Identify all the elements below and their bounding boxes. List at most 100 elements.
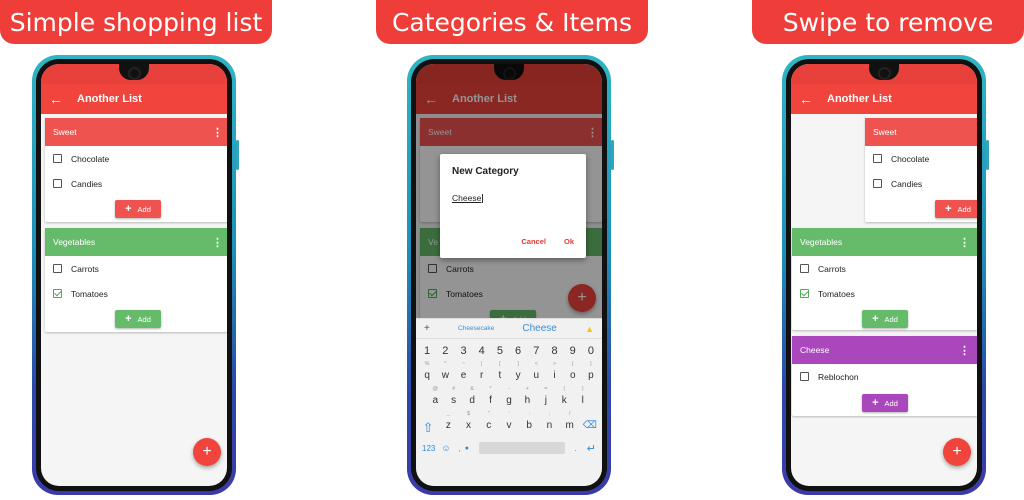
key[interactable]: 7 <box>527 339 545 361</box>
add-item-button[interactable]: + Add <box>862 310 908 328</box>
key[interactable]: ] y <box>509 361 527 386</box>
space-key[interactable] <box>479 442 565 454</box>
add-item-button[interactable]: + Add <box>115 200 161 218</box>
key[interactable]: 8 <box>545 339 563 361</box>
category-header-cheese[interactable]: Cheese ⋮ <box>792 336 977 364</box>
key[interactable]: 5 <box>491 339 509 361</box>
category-name-input[interactable]: Cheese <box>452 193 574 203</box>
mic-icon[interactable]: ● <box>465 445 469 452</box>
checkbox-icon[interactable] <box>873 179 882 188</box>
key[interactable]: & d <box>463 386 481 411</box>
key[interactable]: :b <box>519 411 539 436</box>
add-fab-icon[interactable]: + <box>193 438 221 466</box>
list-item[interactable]: Candies <box>865 171 977 196</box>
checkbox-icon[interactable] <box>800 289 809 298</box>
key[interactable]: 4 <box>473 339 491 361</box>
phone-side-button <box>611 140 614 170</box>
add-item-button[interactable]: + Add <box>115 310 161 328</box>
key[interactable]: / m <box>560 411 580 436</box>
key[interactable]: {o <box>564 361 582 386</box>
key[interactable]: 0 <box>582 339 600 361</box>
plus-icon[interactable]: + <box>424 323 430 334</box>
key[interactable]: " c <box>479 411 499 436</box>
key[interactable]: _ z <box>438 411 458 436</box>
key[interactable]: 6 <box>509 339 527 361</box>
add-label: Add <box>884 314 898 324</box>
category-header-vegetables[interactable]: Vegetables ⋮ <box>792 228 977 256</box>
key[interactable]: ~ e <box>454 361 472 386</box>
cheese-icon[interactable]: ▲ <box>585 324 594 334</box>
ok-button[interactable]: Ok <box>564 237 574 246</box>
checkbox-icon[interactable] <box>53 289 62 298</box>
key[interactable]: 9 <box>564 339 582 361</box>
status-bar <box>41 64 227 84</box>
category-card-sweet: Sweet ⋮ Chocolate Candies + Add <box>45 118 227 222</box>
more-vert-icon[interactable]: ⋮ <box>212 236 223 249</box>
key[interactable]: = j <box>537 386 555 411</box>
more-vert-icon[interactable]: ⋮ <box>212 126 223 139</box>
suggestion-item[interactable]: Cheesecake <box>458 325 494 332</box>
add-item-button[interactable]: + Add <box>862 394 908 412</box>
checkbox-icon[interactable] <box>53 179 62 188</box>
list-item[interactable]: Tomatoes <box>792 281 977 306</box>
key[interactable]: ' v <box>499 411 519 436</box>
add-item-button[interactable]: + Add <box>935 200 977 218</box>
list-item[interactable]: Carrots <box>45 256 227 281</box>
key[interactable]: (k <box>555 386 573 411</box>
arrow-left-icon[interactable]: ← <box>799 91 827 107</box>
key[interactable]: + h <box>518 386 536 411</box>
list-item[interactable]: Reblochon <box>792 364 977 389</box>
key[interactable]: < u <box>527 361 545 386</box>
mode-switch-key[interactable]: 123 <box>422 444 435 453</box>
category-title: Cheese <box>800 345 830 355</box>
list-item[interactable]: Chocolate <box>865 146 977 171</box>
key[interactable]: $ x <box>458 411 478 436</box>
letter-row-3: ⇧ _ z $ x " c ' v :b ; n / m ⌫ <box>416 411 602 436</box>
list-item[interactable]: Tomatoes <box>45 281 227 306</box>
checkbox-icon[interactable] <box>53 264 62 273</box>
checkbox-icon[interactable] <box>800 372 809 381</box>
key[interactable]: # s <box>444 386 462 411</box>
shift-icon[interactable]: ⇧ <box>418 411 438 436</box>
enter-icon[interactable]: ↵ <box>587 442 596 455</box>
category-card-sweet-swiping[interactable]: Sweet Chocolate Candies + Add <box>865 118 977 222</box>
camera-icon <box>128 67 141 80</box>
list-item[interactable]: Chocolate <box>45 146 227 171</box>
suggestion-item[interactable]: Cheese <box>522 323 556 334</box>
key[interactable]: [t <box>491 361 509 386</box>
more-vert-icon[interactable]: ⋮ <box>959 236 970 249</box>
checkbox-icon[interactable] <box>800 264 809 273</box>
list-item[interactable]: Candies <box>45 171 227 196</box>
key[interactable]: | r <box>473 361 491 386</box>
key[interactable]: ; n <box>539 411 559 436</box>
key[interactable]: ) l <box>574 386 592 411</box>
more-vert-icon[interactable]: ⋮ <box>959 344 970 357</box>
category-header-vegetables[interactable]: Vegetables ⋮ <box>45 228 227 256</box>
key[interactable]: > i <box>545 361 563 386</box>
key[interactable]: } p <box>582 361 600 386</box>
key[interactable]: -g <box>500 386 518 411</box>
arrow-left-icon[interactable]: ← <box>49 91 77 107</box>
backspace-icon[interactable]: ⌫ <box>580 411 600 436</box>
add-fab-icon[interactable]: + <box>943 438 971 466</box>
period-key[interactable]: . <box>575 444 577 453</box>
key[interactable]: % q <box>418 361 436 386</box>
comma-key[interactable]: , <box>459 444 461 453</box>
key[interactable]: 1 <box>418 339 436 361</box>
cancel-button[interactable]: Cancel <box>521 237 546 246</box>
list-item[interactable]: Carrots <box>792 256 977 281</box>
checkbox-icon[interactable] <box>53 154 62 163</box>
item-label: Tomatoes <box>71 288 108 299</box>
key[interactable]: * f <box>481 386 499 411</box>
key[interactable]: 3 <box>454 339 472 361</box>
key[interactable]: @ a <box>426 386 444 411</box>
panel-simple-shopping-list: Simple shopping list ← Another List Swee… <box>0 0 340 500</box>
key[interactable]: 2 <box>436 339 454 361</box>
emoji-icon[interactable]: ☺ <box>441 443 450 453</box>
key[interactable]: ^ w <box>436 361 454 386</box>
phone-frame: ← Another List Sweet Chocolate Candies +… <box>782 55 986 495</box>
item-label: Candies <box>891 178 923 189</box>
category-header-sweet[interactable]: Sweet ⋮ <box>45 118 227 146</box>
category-header-sweet[interactable]: Sweet <box>865 118 977 146</box>
checkbox-icon[interactable] <box>873 154 882 163</box>
